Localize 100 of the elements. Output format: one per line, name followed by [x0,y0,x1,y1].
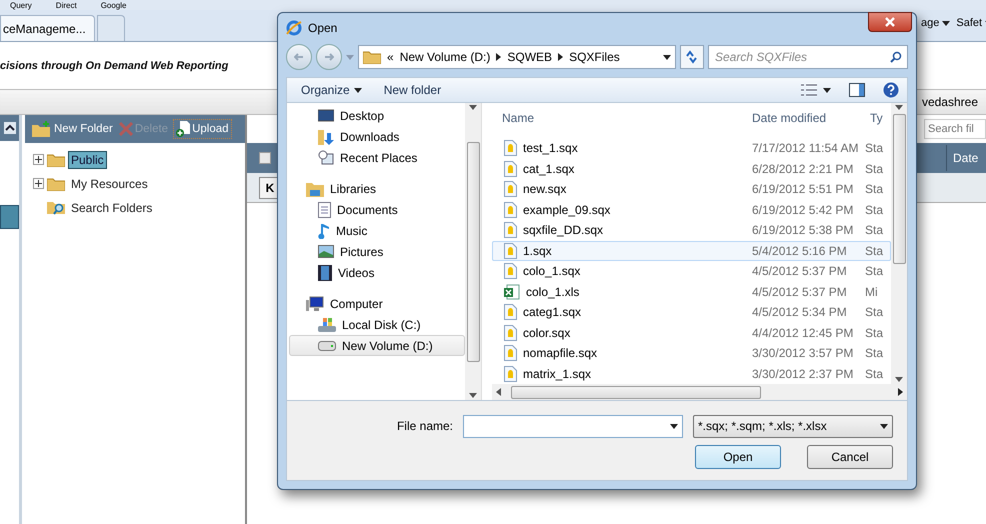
search-box[interactable]: Search SQXFiles [708,45,908,69]
tree-item[interactable]: My Resources [68,174,151,192]
back-button[interactable] [286,44,312,70]
folder-icon [363,50,381,64]
column-header[interactable]: Date [946,145,986,171]
file-row[interactable]: example_09.sqx 6/19/2012 5:42 PM Sta [492,200,891,220]
caret-icon [942,20,950,26]
header-checkbox[interactable] [259,152,271,164]
file-name: categ1.sqx [523,305,582,320]
scroll-up-icon [469,105,477,110]
collapse-icon[interactable] [4,122,16,134]
column-header[interactable]: Name [493,110,534,125]
nav-item[interactable]: Music [289,220,465,241]
new-folder-button[interactable]: New Folder [31,120,114,138]
view-list-icon[interactable] [801,84,817,96]
scroll-down-icon [469,393,477,398]
help-icon[interactable] [883,82,899,98]
breadcrumb[interactable]: « [387,50,394,64]
close-button[interactable] [868,12,912,32]
nav-label: Desktop [340,108,384,122]
scroll-thumb[interactable] [892,114,906,264]
nav-item[interactable]: Documents [289,199,465,220]
file-row[interactable]: 1.sqx 5/4/2012 5:16 PM Sta [492,240,891,262]
expand-icon[interactable] [33,154,44,165]
browser-tab[interactable]: ceManageme... [0,15,95,41]
menu-label[interactable]: Safet [956,17,982,29]
nav-label: Pictures [340,244,384,258]
file-icon [504,345,517,362]
address-bar[interactable]: « New Volume (D:) SQWEB SQXFiles [358,45,676,69]
toolbar-button[interactable]: Organize [295,83,368,97]
file-row[interactable]: color.sqx 4/4/2012 12:45 PM Sta [492,322,891,344]
file-type-dropdown[interactable]: *.sqx; *.sqm; *.xls; *.xlsx [693,414,893,438]
dialog-button[interactable]: Open [695,445,781,469]
file-row[interactable]: new.sqx 6/19/2012 5:51 PM Sta [492,179,891,200]
nav-item[interactable]: Local Disk (C:) [289,314,465,335]
new-folder-icon [32,121,52,137]
type-cell-text: Sta [864,305,884,320]
search-field[interactable]: Search fil [924,119,986,139]
tree-item[interactable]: Search Folders [68,198,156,216]
column-header[interactable]: Ty [861,110,883,125]
nav-item[interactable]: Downloads [289,126,465,147]
browser-logo-icon [286,20,302,36]
file-row[interactable]: cat_1.sqx 6/28/2012 2:21 PM Sta [492,158,891,180]
horizontal-scroll-thumb[interactable] [511,386,761,398]
file-icon [504,304,517,320]
delete-icon [118,122,133,136]
file-row[interactable]: test_1.sqx 7/17/2012 11:54 AM Sta [492,138,891,159]
nav-item[interactable]: Recent Places [289,147,465,168]
refresh-icon [685,50,699,64]
dialog-button[interactable]: Cancel [807,445,893,469]
breadcrumb[interactable]: New Volume (D:) [400,50,490,64]
preview-pane-icon[interactable] [849,83,865,97]
selected-item[interactable] [0,205,19,229]
column-header[interactable]: Date modified [743,110,826,125]
date-cell-text: 7/17/2012 11:54 AM [751,141,859,156]
breadcrumb[interactable]: SQXFiles [569,50,620,64]
browser-tab[interactable] [96,15,125,41]
chevron-icon [558,53,564,61]
nav-item[interactable]: Pictures [289,241,465,262]
menu-label[interactable]: age [921,17,940,29]
file-icon [504,160,517,177]
favorite-link[interactable]: Direct [56,0,77,10]
refresh-button[interactable] [680,45,704,69]
date-cell-text: 6/19/2012 5:42 PM [751,202,854,217]
nav-item[interactable]: Libraries [289,178,465,199]
file-row[interactable]: matrix_1.sqx 3/30/2012 2:37 PM Sta [492,364,891,384]
nav-item[interactable]: Desktop [289,105,465,126]
expand-icon[interactable] [33,178,44,189]
tree-item[interactable]: Public [68,150,107,168]
file-name: matrix_1.sqx [523,366,592,381]
forward-button[interactable] [316,44,342,70]
file-name: nomapfile.sqx [523,346,598,360]
file-row[interactable]: sqxfile_DD.sqx 6/19/2012 5:38 PM Sta [492,220,891,241]
type-cell-text: Sta [864,162,884,176]
file-row[interactable]: nomapfile.sqx 3/30/2012 3:57 PM Sta [492,343,891,364]
toolbar-button[interactable]: New folder [378,83,448,97]
file-icon [504,181,517,198]
file-name-label: File name: [396,419,453,433]
date-cell-text: 3/30/2012 2:37 PM [751,366,854,381]
history-caret-icon [346,54,354,60]
scroll-thumb[interactable] [466,142,480,362]
file-name-field[interactable] [463,414,683,438]
file-row[interactable]: colo_1.sqx 4/5/2012 5:37 PM Sta [492,261,891,282]
breadcrumb[interactable]: SQWEB [507,50,552,64]
nav-item[interactable]: New Volume (D:) [289,335,465,356]
nav-item[interactable]: Computer [289,293,465,314]
folder-icon [47,152,65,166]
file-row[interactable]: colo_1.xls 4/5/2012 5:37 PM Mi [492,282,891,302]
file-row[interactable]: categ1.sqx 4/5/2012 5:34 PM Sta [492,302,891,323]
monitor-icon [318,108,334,122]
file-name: new.sqx [523,182,566,196]
favorite-link[interactable]: Google [100,0,126,10]
type-cell-text: Mi [864,284,878,299]
nav-item[interactable]: Videos [289,262,465,283]
file-name: example_09.sqx [523,202,610,217]
chevron-icon [898,388,903,396]
user-name[interactable]: vedashree [922,95,978,109]
scroll-left-icon [496,388,501,396]
favorite-link[interactable]: Query [10,0,32,10]
upload-button[interactable]: Upload [173,119,232,139]
